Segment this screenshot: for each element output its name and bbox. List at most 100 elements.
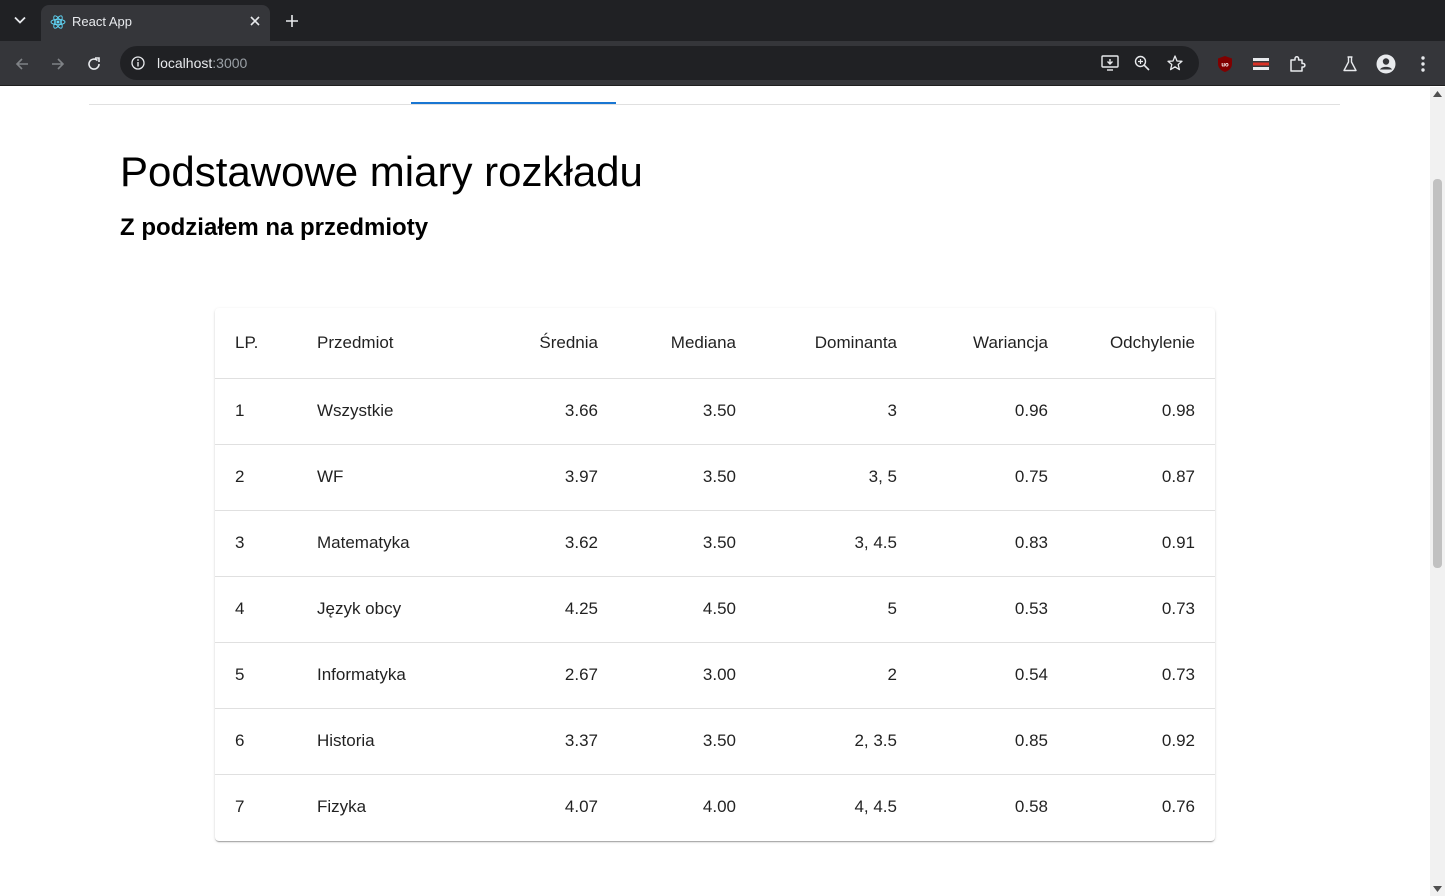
cell-mediana: 4.50 xyxy=(618,576,756,643)
cell-wariancja: 0.75 xyxy=(917,444,1068,511)
header-dominanta: Dominanta xyxy=(756,308,917,379)
page-viewport: Podstawowe miary rozkładu Z podziałem na… xyxy=(0,87,1445,896)
cell-lp: 1 xyxy=(215,378,297,445)
react-favicon-icon xyxy=(50,14,66,30)
cell-mediana: 3.50 xyxy=(618,378,756,445)
header-mediana: Mediana xyxy=(618,308,756,379)
cell-srednia: 3.37 xyxy=(480,708,618,775)
page-subtitle: Z podziałem na przedmioty xyxy=(120,214,429,241)
browser-tab[interactable]: React App xyxy=(41,5,270,41)
page-scrollbar[interactable] xyxy=(1430,87,1445,896)
site-info-icon[interactable] xyxy=(128,53,148,73)
extension-red-icon[interactable] xyxy=(1249,52,1273,76)
cell-mediana: 4.00 xyxy=(702,797,736,817)
cell-dominanta: 2, 3.5 xyxy=(756,708,917,775)
cell-przedmiot: Język obcy xyxy=(297,576,480,643)
labs-icon[interactable] xyxy=(1338,52,1362,76)
cell-odchylenie: 0.76 xyxy=(1161,797,1195,817)
cell-dominanta: 5 xyxy=(756,576,917,643)
cell-srednia: 4.25 xyxy=(480,576,618,643)
cell-lp: 2 xyxy=(215,444,297,511)
header-srednia: Średnia xyxy=(480,308,618,379)
active-tab-indicator xyxy=(411,102,616,104)
page-title: Podstawowe miary rozkładu xyxy=(120,148,643,195)
header-odchylenie: Odchylenie xyxy=(1068,308,1215,379)
cell-dominanta: 4, 4.5 xyxy=(854,797,897,817)
cell-przedmiot: Historia xyxy=(297,708,480,775)
plus-icon[interactable] xyxy=(280,9,304,33)
cell-lp: 3 xyxy=(215,510,297,577)
cell-lp: 7 xyxy=(235,797,245,817)
cell-mediana: 3.00 xyxy=(618,642,756,709)
cell-przedmiot: Wszystkie xyxy=(297,378,480,445)
zoom-icon[interactable] xyxy=(1132,53,1152,73)
table-row: 6 Historia 3.37 3.50 2, 3.5 0.85 0.92 xyxy=(215,708,1215,775)
star-icon[interactable] xyxy=(1165,53,1185,73)
stats-table: LP. Przedmiot Średnia Mediana Dominanta … xyxy=(215,308,1215,840)
cell-odchylenie: 0.98 xyxy=(1068,378,1215,445)
cell-mediana: 3.50 xyxy=(618,708,756,775)
table-header-row: LP. Przedmiot Średnia Mediana Dominanta … xyxy=(215,308,1215,379)
cell-wariancja: 0.54 xyxy=(917,642,1068,709)
cell-dominanta: 3, 5 xyxy=(756,444,917,511)
header-wariancja: Wariancja xyxy=(917,308,1068,379)
table-row: 5 Informatyka 2.67 3.00 2 0.54 0.73 xyxy=(215,642,1215,709)
cell-dominanta: 2 xyxy=(756,642,917,709)
cell-przedmiot: Informatyka xyxy=(297,642,480,709)
tabs-divider xyxy=(89,104,1340,105)
url-port: :3000 xyxy=(212,55,248,71)
cell-srednia: 3.62 xyxy=(480,510,618,577)
cell-odchylenie: 0.73 xyxy=(1068,642,1215,709)
cell-przedmiot: Fizyka xyxy=(317,797,367,817)
stats-table-container: LP. Przedmiot Średnia Mediana Dominanta … xyxy=(215,308,1215,841)
tab-list-icon[interactable] xyxy=(6,8,34,32)
cell-mediana: 3.50 xyxy=(618,444,756,511)
cell-lp: 6 xyxy=(215,708,297,775)
forward-icon[interactable] xyxy=(46,52,70,76)
browser-tab-bar: React App xyxy=(0,0,1445,41)
cell-przedmiot: WF xyxy=(297,444,480,511)
url-text: localhost:3000 xyxy=(157,55,247,71)
cell-lp: 4 xyxy=(215,576,297,643)
cell-srednia: 4.07 xyxy=(564,797,598,817)
scroll-up-icon[interactable] xyxy=(1433,91,1442,97)
table-row: 1 Wszystkie 3.66 3.50 3 0.96 0.98 xyxy=(215,378,1215,445)
puzzle-icon[interactable] xyxy=(1285,52,1309,76)
tab-title: React App xyxy=(72,14,132,29)
header-lp: LP. xyxy=(215,308,297,379)
table-row: 7 Fizyka 4.07 4.00 4, 4.5 0.58 0.76 xyxy=(215,774,1215,840)
install-app-icon[interactable] xyxy=(1100,53,1120,73)
back-icon[interactable] xyxy=(10,52,34,76)
svg-text:uo: uo xyxy=(1221,63,1229,69)
cell-dominanta: 3, 4.5 xyxy=(756,510,917,577)
close-icon[interactable] xyxy=(246,12,264,30)
cell-odchylenie: 0.73 xyxy=(1068,576,1215,643)
cell-odchylenie: 0.87 xyxy=(1068,444,1215,511)
cell-lp: 5 xyxy=(215,642,297,709)
profile-icon[interactable] xyxy=(1374,52,1398,76)
cell-wariancja: 0.96 xyxy=(917,378,1068,445)
cell-odchylenie: 0.92 xyxy=(1068,708,1215,775)
cell-mediana: 3.50 xyxy=(618,510,756,577)
table-row: 3 Matematyka 3.62 3.50 3, 4.5 0.83 0.91 xyxy=(215,510,1215,577)
reload-icon[interactable] xyxy=(82,52,106,76)
table-row: 4 Język obcy 4.25 4.50 5 0.53 0.73 xyxy=(215,576,1215,643)
cell-wariancja: 0.83 xyxy=(917,510,1068,577)
cell-dominanta: 3 xyxy=(756,378,917,445)
cell-srednia: 3.97 xyxy=(480,444,618,511)
cell-srednia: 2.67 xyxy=(480,642,618,709)
header-przedmiot: Przedmiot xyxy=(297,308,480,379)
table-row: 2 WF 3.97 3.50 3, 5 0.75 0.87 xyxy=(215,444,1215,511)
cell-wariancja: 0.58 xyxy=(1014,797,1048,817)
ublock-icon[interactable]: uo xyxy=(1213,52,1237,76)
scrollbar-thumb[interactable] xyxy=(1433,179,1442,568)
cell-wariancja: 0.85 xyxy=(917,708,1068,775)
address-bar[interactable]: localhost:3000 xyxy=(120,46,1199,80)
menu-icon[interactable] xyxy=(1411,52,1435,76)
cell-odchylenie: 0.91 xyxy=(1068,510,1215,577)
scroll-down-icon[interactable] xyxy=(1433,886,1442,892)
url-host: localhost xyxy=(157,55,213,71)
browser-toolbar: localhost:3000 uo xyxy=(0,41,1445,86)
cell-przedmiot: Matematyka xyxy=(297,510,480,577)
cell-srednia: 3.66 xyxy=(480,378,618,445)
